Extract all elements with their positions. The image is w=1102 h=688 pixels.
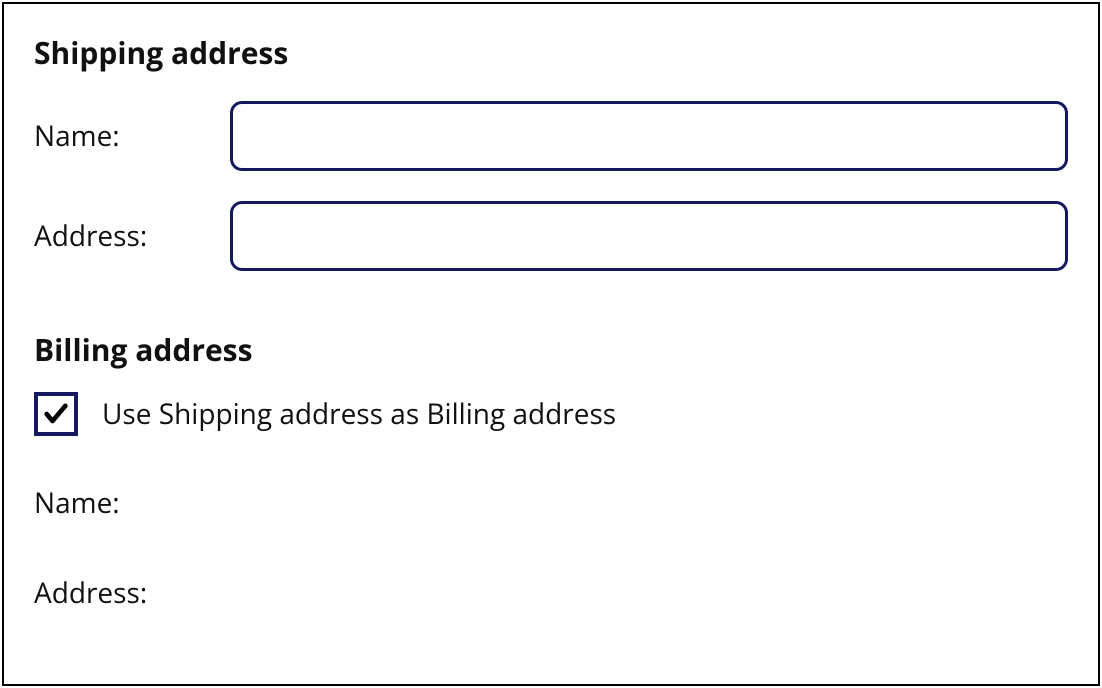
billing-name-row: Name:: [34, 484, 1068, 522]
shipping-address-input[interactable]: [230, 201, 1068, 271]
shipping-address-label: Address:: [34, 217, 230, 255]
billing-address-label: Address:: [34, 574, 147, 612]
shipping-address-row: Address:: [34, 201, 1068, 271]
use-shipping-checkbox[interactable]: [34, 392, 78, 436]
use-shipping-row: Use Shipping address as Billing address: [34, 392, 1068, 436]
billing-heading: Billing address: [34, 329, 1068, 370]
shipping-heading: Shipping address: [34, 32, 1068, 73]
use-shipping-label: Use Shipping address as Billing address: [102, 395, 616, 433]
shipping-name-label: Name:: [34, 117, 230, 155]
billing-name-label: Name:: [34, 484, 120, 522]
billing-address-row: Address:: [34, 574, 1068, 612]
shipping-name-input[interactable]: [230, 101, 1068, 171]
shipping-name-row: Name:: [34, 101, 1068, 171]
address-form: Shipping address Name: Address: Billing …: [2, 2, 1100, 686]
check-icon: [42, 400, 70, 428]
